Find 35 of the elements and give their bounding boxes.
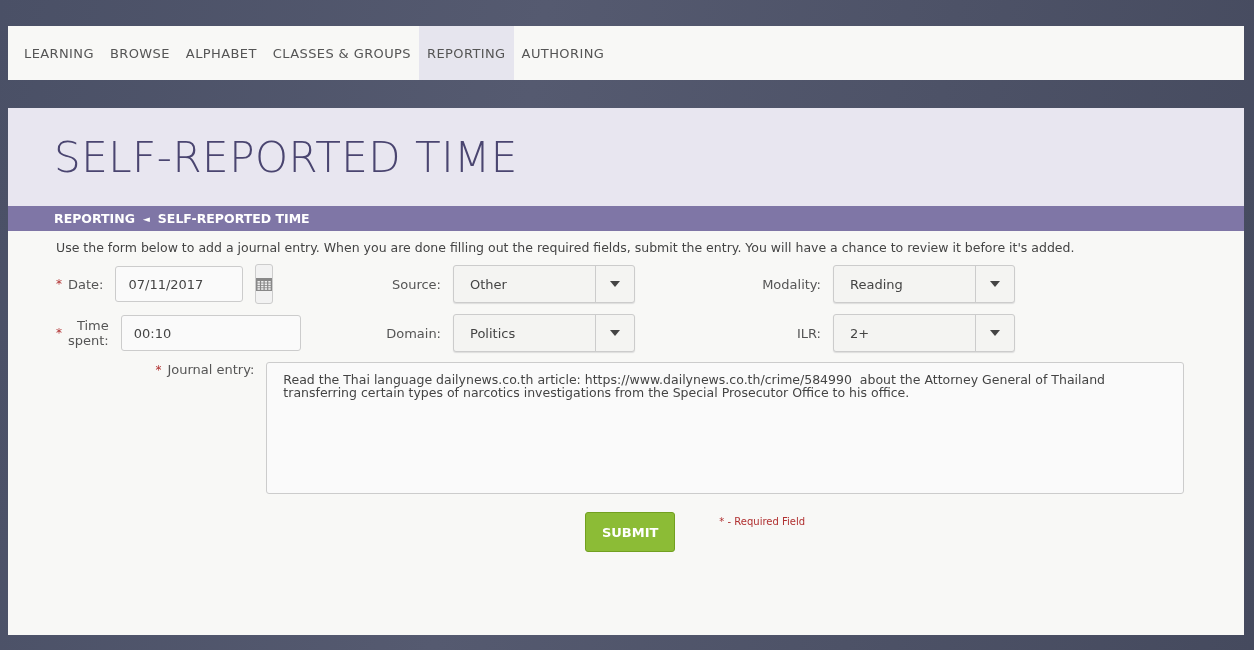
calendar-icon xyxy=(256,277,273,291)
page-title: SELF-REPORTED TIME xyxy=(54,132,518,182)
nav-tab[interactable]: LEARNING xyxy=(16,26,102,80)
select-field[interactable]: 2+ xyxy=(833,314,1015,352)
field-label: Journal entry: xyxy=(167,362,255,377)
breadcrumb-current: SELF-REPORTED TIME xyxy=(157,211,310,226)
required-mark: * xyxy=(56,277,62,291)
field-label: Domain: xyxy=(386,325,441,341)
select-field[interactable]: Reading xyxy=(833,265,1015,303)
nav-tab[interactable]: AUTHORING xyxy=(513,26,613,80)
time-field[interactable]: 00:10 xyxy=(120,315,301,351)
journal-entry-field[interactable]: Read the Thai language dailynews.co.th article: https://www.dailynews.co.th/crime/584990 about the Attorney General of Thailand transferring certain types of narcotics investigations from the Special Prosecutor Office to his office. xyxy=(266,362,1184,494)
caret-icon xyxy=(990,330,1000,336)
select-field[interactable]: Politics xyxy=(453,314,635,352)
field-label: Source: xyxy=(391,276,441,292)
nav-tab[interactable]: BROWSE xyxy=(101,26,178,80)
breadcrumb-link[interactable]: REPORTING xyxy=(54,211,135,226)
intro-text: Use the form below to add a journal entry. When you are done filling out the required fields, submit the entry. You will have a chance to review it before it's added. xyxy=(56,241,1076,254)
field-label: Time spent: xyxy=(68,318,109,348)
nav-tab[interactable]: CLASSES & GROUPS xyxy=(264,26,419,80)
nav-tab[interactable]: ALPHABET xyxy=(177,26,265,80)
select-field[interactable]: Other xyxy=(453,265,635,303)
calendar-button[interactable] xyxy=(255,264,274,304)
required-note: * - Required Field xyxy=(719,515,806,529)
field-label: Date: xyxy=(68,276,104,292)
breadcrumb-separator: ◄ xyxy=(142,213,150,224)
nav-tab[interactable]: REPORTING xyxy=(419,26,514,80)
caret-icon xyxy=(990,281,1000,287)
date-field[interactable]: 07/11/2017 xyxy=(115,266,244,302)
caret-icon xyxy=(610,281,620,287)
required-mark: * xyxy=(155,362,162,377)
field-label: Modality: xyxy=(762,276,821,292)
caret-icon xyxy=(610,330,620,336)
required-mark: * xyxy=(56,326,62,340)
field-label: ILR: xyxy=(796,325,821,341)
